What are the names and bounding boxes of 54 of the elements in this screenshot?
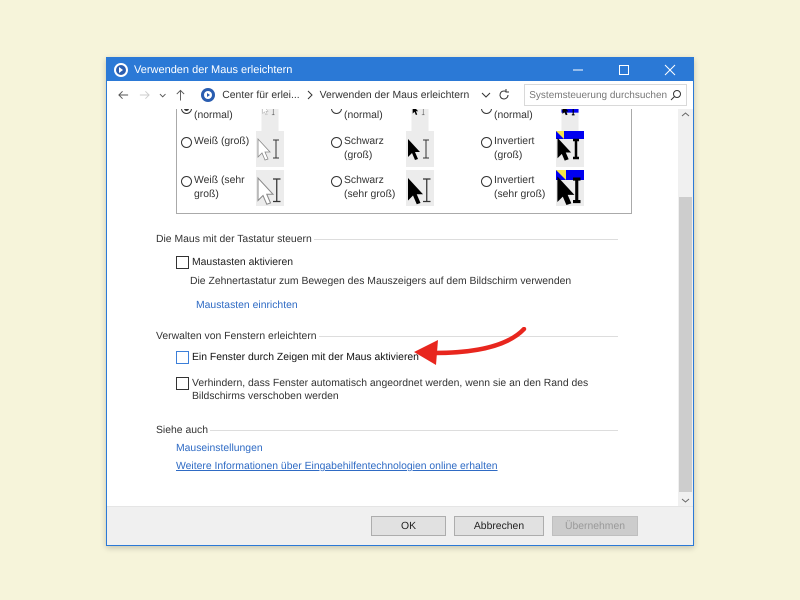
dialog-button[interactable]: Abbrechen [454, 516, 544, 536]
radio-label: Weiß (sehr groß) [194, 174, 246, 202]
radio-button[interactable] [481, 137, 492, 148]
cursor-scheme-option[interactable]: Invertiert (sehr groß) [481, 170, 631, 209]
radio-label: Invertiert (groß) [494, 135, 536, 163]
setup-link[interactable]: Maustasten einrichten [196, 300, 298, 311]
breadcrumb[interactable]: Center für erlei... [222, 90, 300, 100]
cursor-preview-icon [256, 170, 284, 206]
radio-button[interactable] [481, 176, 492, 187]
radio-label: Weiß (groß) [194, 135, 250, 149]
radio-label: (normal) [194, 109, 233, 123]
dialog-button[interactable]: OK [371, 516, 446, 536]
radio-button[interactable] [331, 176, 342, 187]
radio-button[interactable] [331, 137, 342, 148]
back-icon[interactable] [117, 88, 130, 102]
cursor-scheme-option[interactable]: Invertiert (groß) [481, 131, 631, 170]
cursor-scheme-option[interactable]: (normal) [481, 109, 631, 131]
radio-label: Schwarz (groß) [344, 135, 385, 163]
section-heading: Die Maus mit der Tastatur steuern [156, 234, 312, 245]
cursor-scheme-option[interactable]: Weiß (sehr groß) [181, 170, 331, 209]
window-title: Verwenden der Maus erleichtern [134, 64, 294, 76]
cursor-scheme-option[interactable]: Schwarz (sehr groß) [331, 170, 481, 209]
control-panel-icon [200, 87, 216, 103]
cursor-preview-icon [556, 170, 584, 206]
refresh-icon[interactable] [497, 88, 512, 102]
radio-button[interactable] [181, 137, 192, 148]
chevron-icon [306, 90, 314, 100]
checkbox[interactable] [176, 377, 189, 390]
radio-button[interactable] [181, 176, 192, 187]
link[interactable]: Weitere Informationen über Eingabehilfentechnologien online erhalten [176, 461, 498, 472]
checkbox[interactable] [176, 351, 189, 364]
app-icon [113, 62, 129, 78]
cursor-scheme-option[interactable]: (normal) [181, 109, 331, 131]
cursor-scheme-option[interactable]: (normal) [331, 109, 481, 131]
checkbox[interactable] [176, 256, 189, 269]
search-field[interactable]: Systemsteuerung durchsuchen [524, 84, 687, 106]
radio-label: Schwarz (sehr groß) [344, 174, 396, 202]
dropdown-caret-icon[interactable] [481, 90, 492, 100]
up-icon[interactable] [174, 88, 188, 102]
search-icon[interactable] [670, 89, 682, 101]
cursor-scheme-option[interactable]: Weiß (groß) [181, 131, 331, 170]
link[interactable]: Mauseinstellungen [176, 443, 263, 454]
scrollbar-thumb[interactable] [679, 197, 692, 492]
section-heading: Siehe auch [156, 425, 208, 436]
checkbox-label: Maustasten aktivieren [192, 257, 294, 268]
radio-label: (normal) [494, 109, 533, 123]
cursor-scheme-option[interactable]: Schwarz (groß) [331, 131, 481, 170]
radio-label: Invertiert (sehr groß) [494, 174, 546, 202]
cursor-preview-icon [406, 170, 434, 206]
section-heading: Verwalten von Fenstern erleichtern [156, 331, 317, 342]
scrollbar[interactable] [678, 109, 693, 506]
breadcrumb[interactable]: Verwenden der Maus erleichtern [320, 90, 470, 100]
radio-label: (normal) [344, 109, 383, 123]
description-text: Die Zehnertastatur zum Bewegen des Mauszeigers auf dem Bildschirm verwenden [190, 276, 572, 287]
